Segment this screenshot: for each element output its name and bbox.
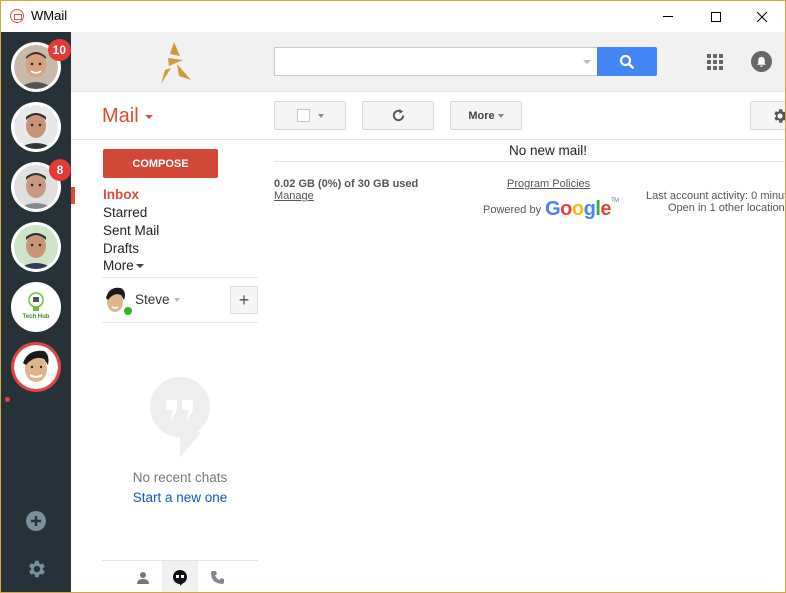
title-bar: WMail [1,1,785,32]
last-account-activity: Last account activity: 0 minutes ago [646,190,785,202]
chat-user-name: Steve [135,292,170,307]
account-3-avatar[interactable]: 8 [11,159,71,212]
tab-hangouts[interactable] [162,561,198,592]
person-icon [137,571,149,584]
window-title: WMail [31,8,68,23]
unread-badge: 8 [49,159,71,181]
nav-starred[interactable]: Starred [103,205,147,220]
chat-tab-bar [102,560,258,592]
status-message: No new mail! [508,143,588,158]
more-actions-button[interactable]: More [450,101,522,130]
apps-grid-icon[interactable] [707,54,723,70]
chevron-down-icon [144,114,153,119]
account-sidebar: 10 8 Tech Hub [1,32,71,592]
unread-badge: 10 [47,39,71,61]
refresh-button[interactable] [362,101,434,130]
close-icon [756,11,768,22]
brand-logo-icon [161,42,191,84]
nav-more-label: More [103,258,134,273]
account-1-avatar[interactable]: 10 [11,39,71,92]
refresh-icon [392,108,404,122]
search-input[interactable] [274,47,598,76]
add-account-button[interactable] [25,510,47,532]
hangouts-icon [173,569,187,586]
tech-hub-logo-icon: Tech Hub [14,285,58,329]
manage-storage-link[interactable]: Manage [274,190,314,202]
close-button[interactable] [739,1,785,32]
active-nav-marker [71,187,75,204]
chevron-down-icon [135,264,144,269]
mail-header-label: Mail [102,105,139,127]
program-policies-link[interactable]: Program Policies [507,178,590,190]
search-options-caret-icon[interactable] [583,60,591,64]
active-account-indicator [5,397,10,402]
svg-text:Tech Hub: Tech Hub [23,314,50,320]
app-window: WMail 10 8 Tech Hub Mail COMPOSE Inbox S… [0,0,786,593]
bell-icon [756,56,767,67]
storage-quota: 0.02 GB (0%) of 30 GB used [274,178,419,190]
minimize-icon [663,16,673,17]
gear-icon [29,560,45,578]
nav-drafts[interactable]: Drafts [103,241,139,256]
chat-divider [102,322,258,323]
gmail-header [71,32,785,92]
settings-button[interactable] [750,101,785,130]
other-location-link[interactable]: Open in 1 other location [668,202,785,214]
no-chats-text: No recent chats [132,470,228,485]
select-checkbox-menu[interactable] [274,101,346,130]
content-divider [274,161,785,162]
nav-more[interactable]: More [103,258,144,273]
account-4-avatar[interactable] [11,222,61,272]
powered-by-google: Powered by GoogleTM [483,198,619,221]
toolbar-divider [274,139,785,140]
cartoon-face-icon [14,345,58,389]
wmail-app-icon [10,9,24,23]
plus-circle-icon [26,511,46,531]
maximize-button[interactable] [693,1,739,32]
online-status-icon [123,306,133,316]
nav-sent-mail[interactable]: Sent Mail [103,223,159,238]
chevron-down-icon [317,113,324,118]
account-steve-avatar[interactable] [11,342,61,392]
person-photo-icon [14,225,58,269]
notifications-button[interactable] [751,51,772,72]
person-photo-icon [14,105,58,149]
mail-switcher[interactable]: Mail [102,105,153,128]
powered-by-label: Powered by [483,203,542,216]
account-tech-hub-avatar[interactable]: Tech Hub [11,282,61,332]
new-chat-button[interactable]: + [230,286,258,314]
chat-status-menu[interactable]: Steve [135,292,180,307]
compose-button[interactable]: COMPOSE [103,149,218,178]
phone-icon [210,571,224,584]
search-button[interactable] [597,47,657,76]
maximize-icon [711,11,721,22]
select-all-checkbox[interactable] [296,109,310,122]
search-icon [619,54,635,69]
nav-divider [102,277,258,278]
tab-contacts[interactable] [125,561,161,592]
chevron-down-icon [497,113,504,118]
more-actions-label: More [468,109,495,122]
account-2-avatar[interactable] [11,102,61,152]
chat-user-row: Steve + [103,286,258,316]
nav-inbox[interactable]: Inbox [103,187,139,202]
hangouts-quote-icon [150,377,210,458]
tab-phone[interactable] [199,561,235,592]
google-logo: GoogleTM [545,198,619,220]
chevron-down-icon [173,298,180,303]
start-new-chat-link[interactable]: Start a new one [102,490,258,505]
app-settings-button[interactable] [25,558,47,580]
minimize-button[interactable] [645,1,691,32]
gear-icon [774,108,785,123]
